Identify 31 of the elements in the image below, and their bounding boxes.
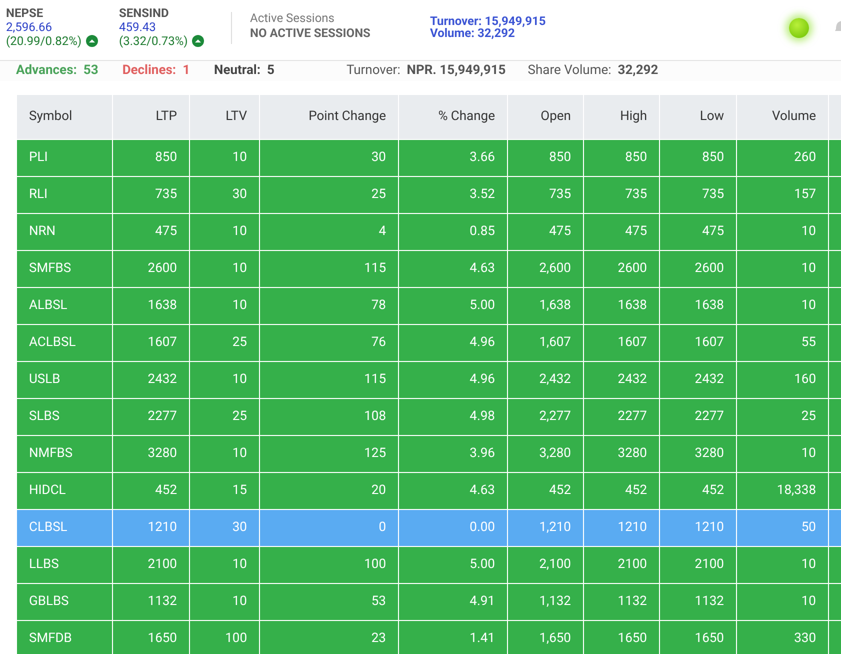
table-row[interactable]: LLBS 2100 10 100 5.00 2,100 2100 2100 10 [16, 546, 841, 584]
neutral-stat: Neutral: 5 [214, 62, 274, 80]
table-row[interactable]: SMFDB 1650 100 23 1.41 1,650 1650 1650 330 [16, 620, 841, 654]
advances-stat: Advances: 53 [16, 62, 98, 80]
sessions-status: NO ACTIVE SESSIONS [250, 26, 372, 41]
index-change: (3.32/0.73%) [119, 34, 188, 48]
table-row[interactable]: RLI 735 30 25 3.52 735 735 735 157 [16, 176, 841, 214]
table-row[interactable]: NRN 475 10 4 0.85 475 475 475 10 [16, 214, 841, 250]
index-change: (20.99/0.82%) [6, 34, 82, 48]
turnover-stat: Turnover: NPR. 15,949,915 [346, 62, 506, 80]
index-value: 459.43 [119, 20, 157, 34]
index-name: NEPSE [6, 6, 44, 20]
column-header[interactable]: Symbol [16, 94, 112, 140]
turnover-summary: Turnover: 15,949,915 [430, 15, 546, 27]
table-row[interactable]: HIDCL 452 15 20 4.63 452 452 452 18,338 [16, 472, 841, 510]
table-row[interactable]: CLBSL 1210 30 0 0.00 1,210 1210 1210 50 [16, 510, 841, 546]
share-volume-stat: Share Volume: 32,292 [528, 62, 658, 80]
table-row[interactable]: ACLBSL 1607 25 76 4.96 1,607 1607 1607 55 [16, 324, 841, 362]
table-row[interactable]: NMFBS 3280 10 125 3.96 3,280 3280 3280 10 [16, 436, 841, 472]
table-row[interactable]: PLI 850 10 30 3.66 850 850 850 260 [16, 140, 841, 176]
volume-summary: Volume: 32,292 [430, 27, 515, 39]
declines-stat: Declines: 1 [122, 62, 190, 80]
sessions-label: Active Sessions [250, 11, 336, 26]
index-value: 2,596.66 [6, 20, 53, 34]
table-row[interactable]: ALBSL 1638 10 78 5.00 1,638 1638 1638 10 [16, 288, 841, 324]
index-name: SENSIND [119, 6, 170, 20]
table-row[interactable]: SMFBS 2600 10 115 4.63 2,600 2600 2600 10 [16, 250, 841, 288]
table-row[interactable]: GBLBS 1132 10 53 4.91 1,132 1132 1132 10 [16, 584, 841, 620]
table-row[interactable]: SLBS 2277 25 108 4.98 2,277 2277 2277 25 [16, 398, 841, 436]
table-cell: SMFDB [16, 620, 112, 654]
table-row[interactable]: USLB 2432 10 115 4.96 2,432 2432 2432 160 [16, 362, 841, 398]
